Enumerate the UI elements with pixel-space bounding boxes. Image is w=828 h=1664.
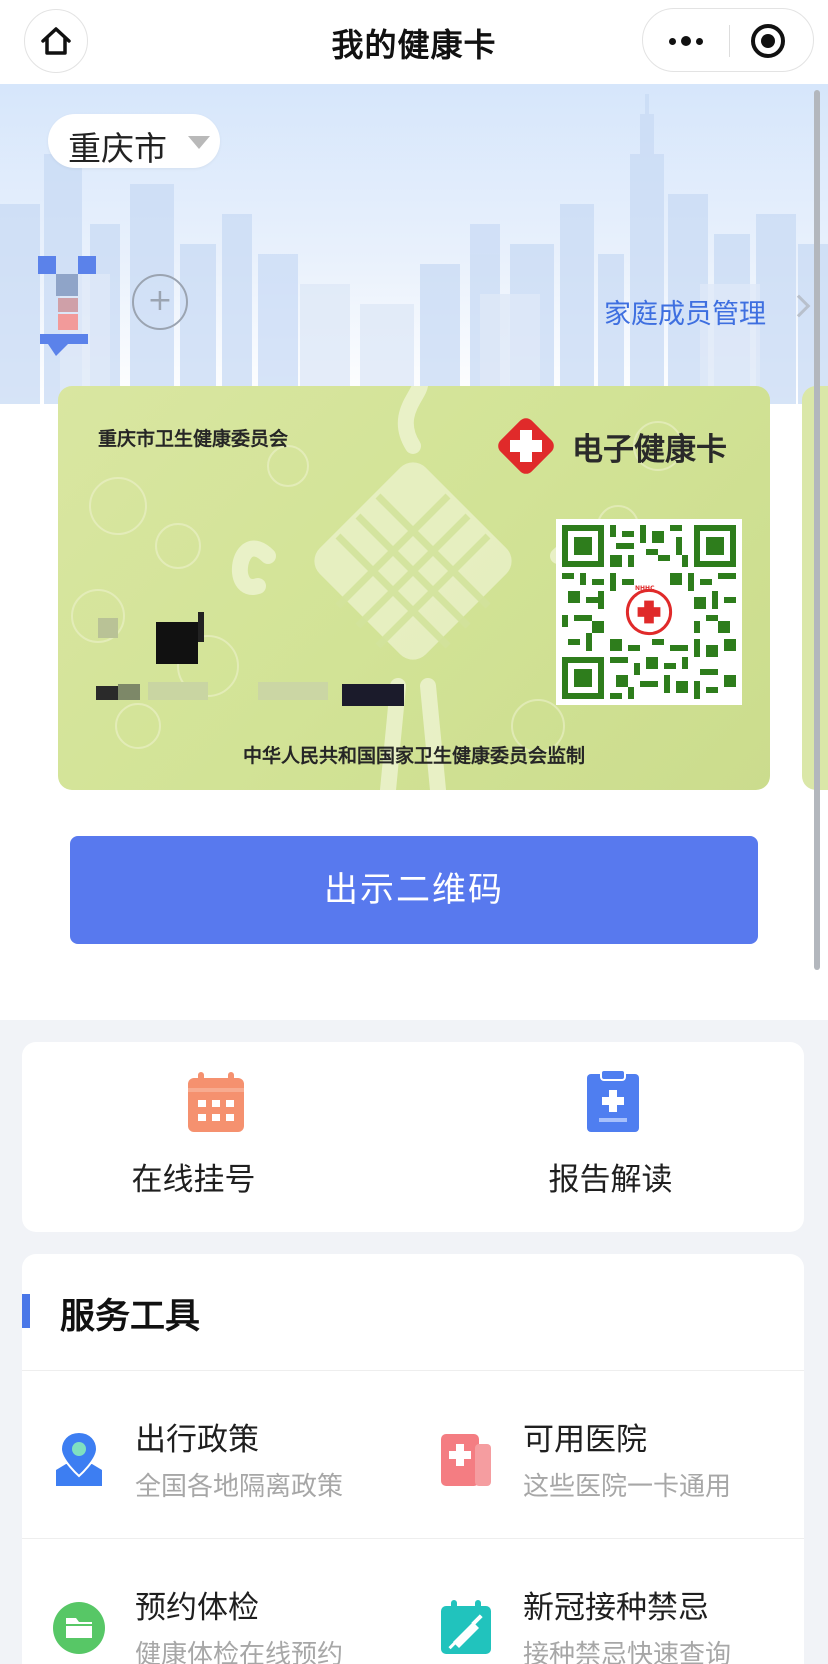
service-tools-panel: 服务工具 出行政策 全国各地隔离政策 可用医院 这些医院一卡通用 预约体检 健康…	[22, 1254, 804, 1664]
avatar[interactable]	[38, 256, 102, 364]
blurred-id	[258, 682, 328, 700]
clipboard-icon	[587, 1070, 639, 1132]
qr-badge-text: NHHC	[635, 585, 655, 592]
more-dot-icon	[669, 37, 676, 45]
card-brand: 电子健康卡	[494, 414, 754, 476]
quick-item-online-registration[interactable]: 在线挂号	[22, 1042, 413, 1232]
blurred-id	[148, 682, 208, 700]
section-accent-bar	[22, 1294, 30, 1328]
tool-description: 这些医院一卡通用	[523, 1472, 732, 1502]
scrollbar[interactable]	[814, 90, 820, 970]
quick-item-label: 在线挂号	[131, 1162, 256, 1198]
show-qr-code-button[interactable]: 出示二维码	[70, 836, 758, 944]
health-qr-code[interactable]: NHHC	[556, 519, 742, 705]
qr-code-icon	[562, 525, 736, 699]
capsule-divider	[729, 25, 730, 57]
tool-physical-exam-booking[interactable]: 预约体检 健康体检在线预约	[22, 1538, 413, 1664]
card-supervisor-note: 中华人民共和国国家卫生健康委员会监制	[242, 745, 585, 767]
tool-available-hospitals[interactable]: 可用医院 这些医院一卡通用	[413, 1370, 804, 1536]
health-card-section: 重庆市 + 家庭成员管理 重庆市卫生健康委员会 电子健康卡 NHHC 中华人民共…	[0, 84, 828, 1020]
card-brand-text: 电子健康卡	[572, 432, 727, 468]
tool-name: 可用医院	[523, 1422, 647, 1458]
tool-travel-policy[interactable]: 出行政策 全国各地隔离政策	[22, 1370, 413, 1536]
more-dot-icon	[681, 36, 691, 46]
caret-down-icon	[188, 136, 210, 149]
electronic-health-card[interactable]: 重庆市卫生健康委员会 电子健康卡 NHHC 中华人民共和国国家卫生健康委员会监制	[58, 386, 770, 790]
blurred-id	[118, 684, 140, 700]
tool-name: 新冠接种禁忌	[523, 1590, 709, 1626]
city-selector[interactable]: 重庆市	[48, 114, 220, 168]
quick-services-panel: 在线挂号 报告解读	[22, 1042, 804, 1232]
close-target-icon[interactable]	[751, 24, 785, 58]
red-cross-icon	[498, 418, 554, 474]
section-title: 服务工具	[60, 1297, 201, 1337]
hospital-icon	[441, 1434, 491, 1486]
add-member-button[interactable]: +	[132, 274, 188, 330]
calendar-icon	[188, 1072, 244, 1132]
more-dot-icon	[696, 37, 703, 45]
city-name: 重庆市	[68, 129, 167, 168]
blurred-id	[342, 684, 404, 706]
navigation-bar: 我的健康卡	[0, 0, 828, 84]
family-member-management-link[interactable]: 家庭成员管理	[604, 292, 766, 331]
blurred-name	[198, 612, 204, 642]
tool-description: 全国各地隔离政策	[135, 1472, 344, 1502]
tool-name: 预约体检	[135, 1590, 259, 1626]
quick-item-label: 报告解读	[548, 1162, 673, 1198]
tool-vaccination-contraindications[interactable]: 新冠接种禁忌 接种禁忌快速查询	[413, 1538, 804, 1664]
folder-icon	[53, 1602, 105, 1654]
more-button[interactable]	[665, 25, 707, 57]
card-issuer: 重庆市卫生健康委员会	[98, 428, 289, 450]
map-pin-icon	[56, 1430, 102, 1486]
tool-name: 出行政策	[135, 1422, 259, 1458]
vaccine-calendar-icon	[441, 1600, 491, 1654]
mini-program-capsule	[642, 8, 814, 72]
tool-description: 接种禁忌快速查询	[523, 1640, 732, 1664]
quick-item-report-interpretation[interactable]: 报告解读	[413, 1042, 804, 1232]
blurred-name	[178, 636, 194, 660]
tool-description: 健康体检在线预约	[135, 1640, 344, 1664]
blurred-name	[98, 618, 118, 638]
